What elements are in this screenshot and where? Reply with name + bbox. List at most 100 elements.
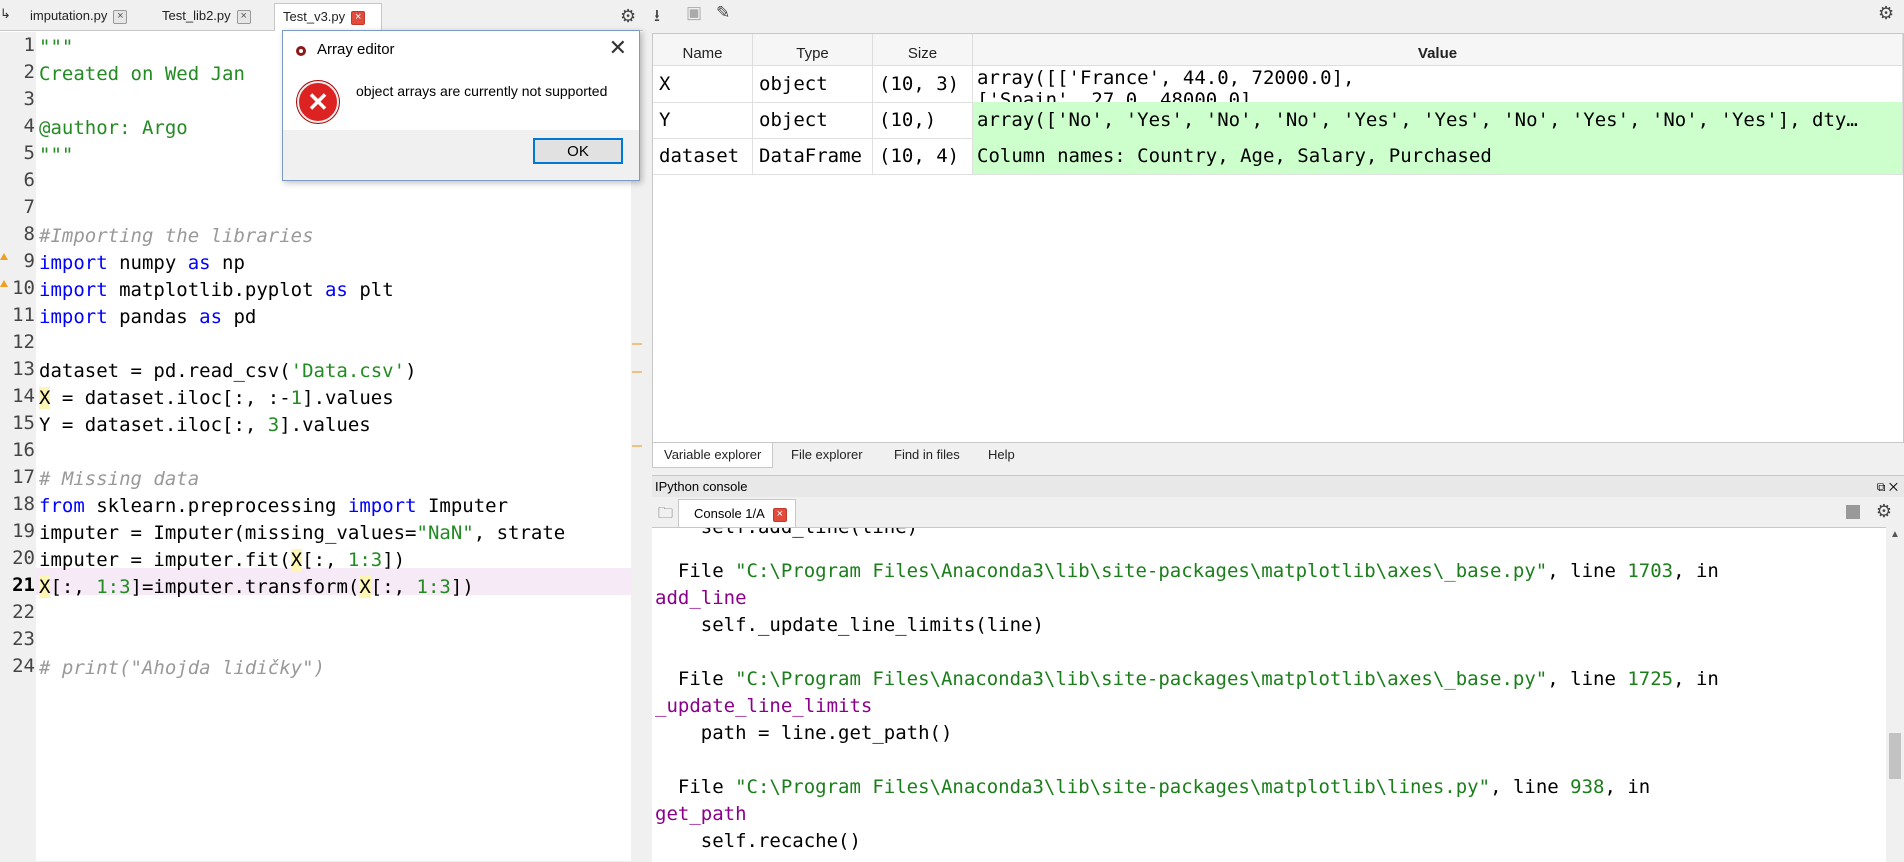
tab-console-1a[interactable]: Console 1/A ×	[678, 499, 796, 528]
line-number: 9	[23, 250, 35, 272]
cell-size: (10,)	[873, 102, 973, 138]
tab-find-in-files[interactable]: Find in files	[883, 443, 971, 467]
save-as-icon[interactable]: ✎	[716, 3, 730, 23]
console-line: _update_line_limits	[655, 695, 873, 717]
console-output[interactable]: self.add_line(line) File "C:\Program Fil…	[652, 527, 1886, 862]
console-line: path = line.get_path()	[655, 722, 953, 744]
close-pane-icon[interactable]: ✕	[1889, 480, 1898, 494]
cell-name: X	[653, 66, 753, 102]
line-number: 16	[12, 439, 35, 461]
explorer-options-gear-icon[interactable]: ⚙	[1878, 3, 1894, 24]
line-number: 3	[23, 88, 35, 110]
ipython-console-header: IPython console ⧉ ✕	[652, 475, 1904, 498]
code-line-13: dataset = pd.read_csv('Data.csv')	[39, 360, 417, 382]
line-number: 8	[23, 223, 35, 245]
column-header-type[interactable]: Type	[753, 34, 873, 66]
stop-icon[interactable]	[1846, 505, 1860, 519]
tab-label: imputation.py	[30, 8, 108, 23]
console-line: File "C:\Program Files\Anaconda3\lib\sit…	[655, 668, 1719, 690]
line-number: 6	[23, 169, 35, 191]
dialog-title: Array editor	[317, 41, 395, 58]
cell-size: (10, 3)	[873, 66, 973, 102]
line-number: 17	[12, 466, 35, 488]
close-tab-icon[interactable]: ×	[113, 9, 128, 24]
console-line: add_line	[655, 587, 747, 609]
console-line: File "C:\Program Files\Anaconda3\lib\sit…	[655, 776, 1651, 798]
line-number: 19	[12, 520, 35, 542]
tab-test-lib2[interactable]: Test_lib2.py ×	[154, 3, 274, 29]
close-tab-icon[interactable]: ×	[236, 9, 251, 24]
console-line: get_path	[655, 803, 747, 825]
table-row[interactable]: dataset DataFrame (10, 4) Column names: …	[653, 138, 1903, 175]
tab-file-explorer[interactable]: File explorer	[780, 443, 874, 467]
code-line-20: imputer = imputer.fit(X[:, 1:3])	[39, 549, 406, 571]
dialog-close-icon[interactable]: ✕	[609, 35, 627, 61]
column-header-name[interactable]: Name	[653, 34, 753, 66]
code-line-17: # Missing data	[39, 468, 200, 490]
cell-type: DataFrame	[753, 138, 873, 174]
line-number: 18	[12, 493, 35, 515]
dialog-footer: OK	[283, 130, 639, 180]
line-number: 20	[12, 547, 35, 569]
console-line: self._update_line_limits(line)	[655, 614, 1044, 636]
code-line-2: Created on Wed Jan	[39, 63, 245, 85]
code-line-4: @author: Argo	[39, 117, 188, 139]
line-number: 1	[23, 34, 35, 56]
save-data-icon[interactable]: ▣	[686, 3, 702, 23]
editor-options-gear-icon[interactable]: ⚙	[620, 6, 636, 27]
code-line-18: from sklearn.preprocessing import Impute…	[39, 495, 509, 517]
code-line-15: Y = dataset.iloc[:, 3].values	[39, 414, 371, 436]
line-number: 22	[12, 601, 35, 623]
table-row[interactable]: X object (10, 3) array([['France', 44.0,…	[653, 66, 1903, 103]
cell-name: Y	[653, 102, 753, 138]
pane-tab-bar: Variable explorer File explorer Find in …	[652, 443, 1904, 469]
import-data-icon[interactable]: ⭳	[654, 3, 660, 32]
line-number: 4	[23, 115, 35, 137]
scroll-marker	[632, 343, 642, 345]
spyder-app-icon	[296, 46, 306, 56]
close-tab-icon[interactable]: ×	[351, 10, 366, 25]
code-line-8: #Importing the libraries	[39, 225, 314, 247]
line-number: 12	[12, 331, 35, 353]
console-scrollbar[interactable]: ▲	[1886, 527, 1904, 861]
scroll-up-icon[interactable]: ▲	[1890, 529, 1900, 540]
array-editor-dialog: Array editor ✕ ✕ object arrays are curre…	[282, 30, 640, 181]
cell-value: array(['No', 'Yes', 'No', 'No', 'Yes', '…	[973, 102, 1903, 138]
scrollbar-thumb[interactable]	[1889, 733, 1901, 779]
tab-test-v3[interactable]: Test_v3.py ×	[274, 3, 382, 31]
editor-tab-bar: ↳ imputation.py × Test_lib2.py × Test_v3.p…	[0, 0, 643, 31]
line-number: 15	[12, 412, 35, 434]
tab-help[interactable]: Help	[977, 443, 1026, 467]
undock-icon[interactable]: ⧉	[1877, 480, 1886, 494]
code-line-1: """	[39, 36, 74, 58]
ipython-console-title: IPython console	[655, 479, 748, 494]
code-line-21: X[:, 1:3]=imputer.transform(X[:, 1:3])	[39, 576, 474, 598]
error-icon: ✕	[297, 81, 339, 123]
scroll-marker	[632, 445, 642, 447]
pane-controls: ⧉ ✕	[1877, 476, 1898, 498]
cell-type: object	[753, 102, 873, 138]
dialog-message: object arrays are currently not supporte…	[356, 83, 608, 99]
tab-label: Test_lib2.py	[162, 8, 231, 23]
line-number: 24	[12, 655, 35, 677]
variable-explorer-table: Name Type Size Value X object (10, 3) ar…	[652, 33, 1904, 443]
code-line-14: X = dataset.iloc[:, :-1].values	[39, 387, 394, 409]
column-header-value[interactable]: Value	[973, 34, 1903, 66]
console-options-gear-icon[interactable]: ⚙	[1876, 501, 1892, 522]
console-line: self.recache()	[655, 830, 861, 852]
value-line-2: ['Spain', 27.0, 48000.0],	[977, 89, 1263, 102]
code-line-9: import numpy as np	[39, 252, 245, 274]
tab-imputation[interactable]: imputation.py ×	[22, 3, 162, 29]
tab-nav-arrow-icon[interactable]: ↳	[0, 6, 12, 22]
column-header-size[interactable]: Size	[873, 34, 973, 66]
line-number: 14	[12, 385, 35, 407]
ok-button[interactable]: OK	[533, 138, 623, 164]
line-number: 13	[12, 358, 35, 380]
tab-variable-explorer[interactable]: Variable explorer	[652, 443, 774, 468]
console-line: self.add_line(line)	[655, 527, 919, 538]
cell-type: object	[753, 66, 873, 102]
table-row[interactable]: Y object (10,) array(['No', 'Yes', 'No',…	[653, 102, 1903, 139]
line-number-gutter: 1 2 3 4 5 6 7 8 9 10 11 12 13 14 15 16 17 18 19 20 21 22 23 24	[0, 32, 36, 861]
browse-tabs-icon[interactable]: 🗀	[658, 503, 673, 528]
close-console-icon[interactable]: ×	[772, 507, 787, 522]
